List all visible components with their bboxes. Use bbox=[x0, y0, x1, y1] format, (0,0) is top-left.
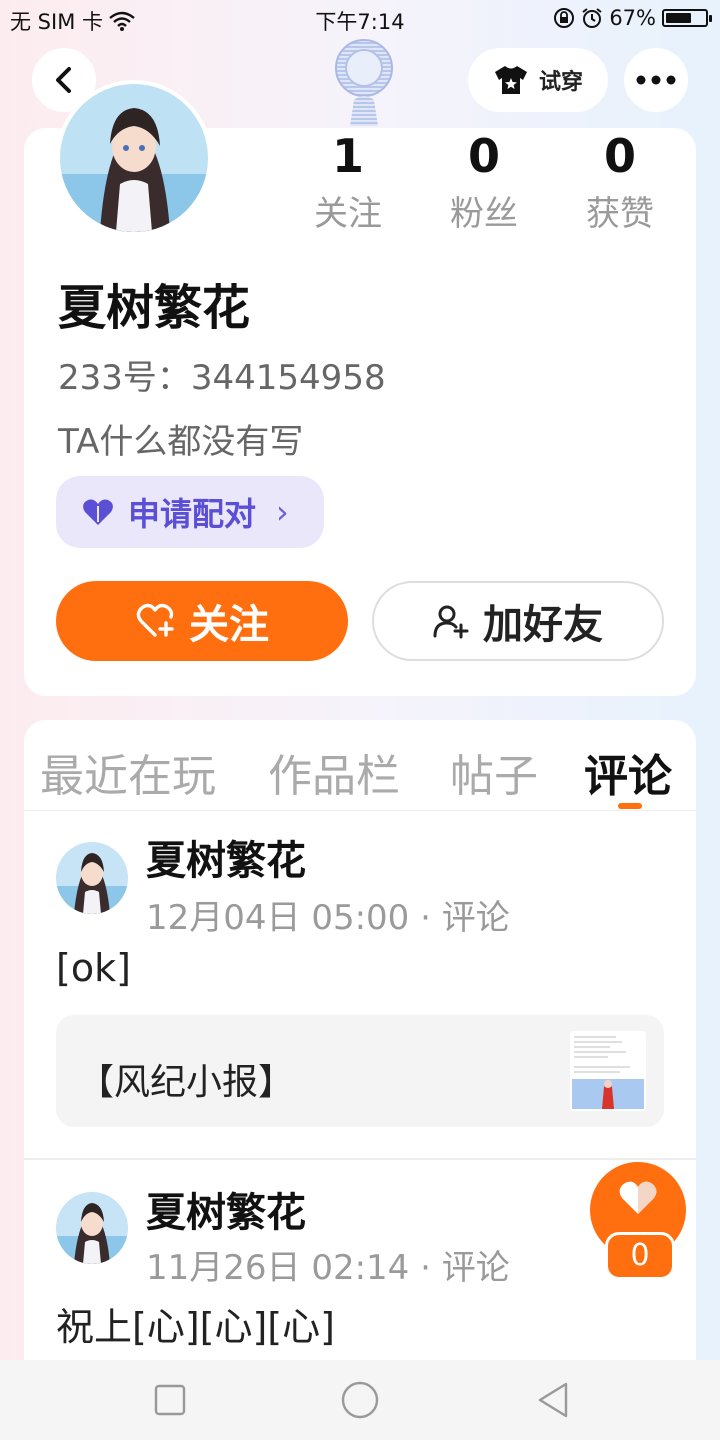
heart-icon bbox=[619, 1181, 657, 1214]
battery-percent: 67% bbox=[609, 6, 656, 30]
battery-fill bbox=[666, 13, 691, 23]
add-friend-button[interactable]: 加好友 bbox=[372, 581, 664, 661]
divider bbox=[24, 1158, 696, 1160]
more-dots-icon bbox=[636, 75, 676, 85]
heart-pair-icon bbox=[83, 499, 113, 525]
following-label: 关注 bbox=[314, 194, 382, 234]
status-right: 67% bbox=[553, 6, 712, 30]
alarm-icon bbox=[582, 8, 602, 28]
follow-button[interactable]: 关注 bbox=[56, 581, 348, 661]
profile-avatar[interactable] bbox=[56, 80, 212, 236]
likes-count: 0 bbox=[603, 129, 636, 183]
tshirt-icon bbox=[494, 66, 527, 94]
robot-mascot-icon bbox=[335, 39, 393, 126]
fans-label: 粉丝 bbox=[450, 194, 518, 234]
rotation-lock-icon bbox=[554, 8, 575, 28]
comment-avatar[interactable] bbox=[56, 1192, 128, 1264]
tab-works[interactable]: 作品栏 bbox=[268, 740, 400, 804]
quoted-post[interactable]: 【风纪小报】 bbox=[56, 1015, 664, 1127]
avatar-image bbox=[60, 84, 208, 232]
battery-icon bbox=[662, 9, 712, 27]
stat-following[interactable]: 1 关注 bbox=[288, 128, 408, 235]
active-tab-indicator bbox=[618, 803, 642, 809]
profile-bio: TA什么都没有写 bbox=[58, 422, 304, 462]
tab-recently-played[interactable]: 最近在玩 bbox=[40, 740, 216, 804]
back-nav-icon[interactable] bbox=[534, 1380, 574, 1420]
comment-author[interactable]: 夏树繁花 bbox=[146, 828, 306, 886]
home-icon[interactable] bbox=[340, 1380, 380, 1420]
back-arrow-icon bbox=[56, 67, 71, 93]
following-count: 1 bbox=[331, 129, 364, 183]
profile-tabs: 最近在玩 作品栏 帖子 评论 bbox=[24, 720, 696, 811]
comment-text: 祝上[心][心][心] bbox=[56, 1305, 335, 1349]
stat-fans[interactable]: 0 粉丝 bbox=[424, 128, 544, 235]
comment-avatar[interactable] bbox=[56, 842, 128, 914]
tab-posts[interactable]: 帖子 bbox=[450, 740, 538, 804]
add-friend-label: 加好友 bbox=[483, 602, 603, 648]
chevron-right-icon: › bbox=[276, 493, 289, 531]
quoted-post-title: 【风纪小报】 bbox=[78, 1062, 295, 1103]
comment-meta: 12月04日 05:00 · 评论 bbox=[146, 898, 510, 938]
fans-count: 0 bbox=[467, 129, 500, 183]
profile-name: 夏树繁花 bbox=[58, 280, 251, 336]
comment-author[interactable]: 夏树繁花 bbox=[146, 1180, 306, 1238]
heart-plus-icon bbox=[136, 603, 174, 637]
comment-meta: 11月26日 02:14 · 评论 bbox=[146, 1248, 510, 1288]
try-on-label: 试穿 bbox=[538, 70, 583, 95]
system-nav-bar bbox=[0, 1360, 720, 1440]
tab-comments[interactable]: 评论 bbox=[584, 740, 672, 804]
profile-uid: 233号：344154958 bbox=[58, 358, 386, 398]
add-user-icon bbox=[433, 605, 469, 639]
feed-card: 最近在玩 作品栏 帖子 评论 夏树繁花 12月04日 05:00 · 评论 [o… bbox=[24, 720, 696, 1380]
status-bar: 无 SIM 卡 下午7:14 67% bbox=[0, 0, 720, 38]
more-button[interactable] bbox=[624, 48, 688, 112]
comment-text: [ok] bbox=[56, 946, 131, 990]
request-pair-button[interactable]: 申请配对 › bbox=[56, 476, 324, 548]
like-count-badge: 0 bbox=[605, 1232, 675, 1280]
likes-label: 获赞 bbox=[586, 194, 654, 234]
try-on-button[interactable]: 试穿 bbox=[468, 48, 608, 112]
recents-icon[interactable] bbox=[150, 1380, 190, 1420]
quoted-post-thumbnail bbox=[570, 1031, 646, 1111]
follow-label: 关注 bbox=[189, 602, 269, 648]
request-pair-label: 申请配对 bbox=[128, 495, 257, 533]
stat-likes[interactable]: 0 获赞 bbox=[560, 128, 680, 235]
